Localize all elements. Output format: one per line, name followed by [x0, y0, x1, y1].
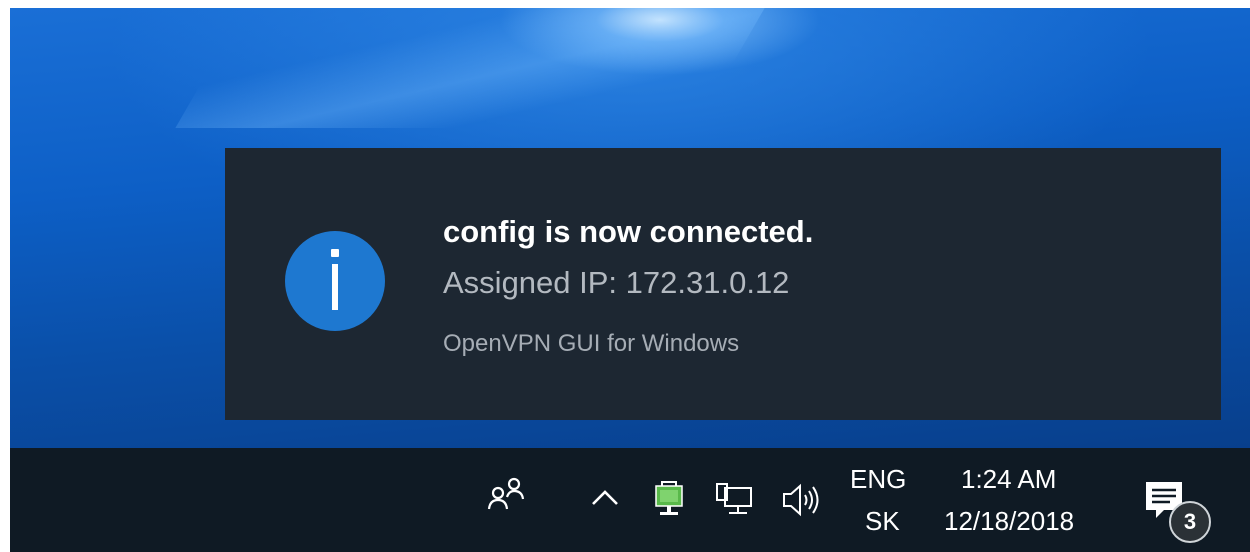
openvpn-connected-icon[interactable]	[650, 480, 690, 520]
chevron-up-icon[interactable]	[588, 482, 622, 512]
clock-date[interactable]: 12/18/2018	[944, 506, 1074, 537]
clock-time[interactable]: 1:24 AM	[961, 464, 1056, 495]
info-icon-stem	[332, 264, 338, 310]
network-icon[interactable]	[713, 480, 755, 520]
notification-body: Assigned IP: 172.31.0.12	[443, 265, 790, 300]
people-icon[interactable]	[486, 473, 530, 517]
volume-icon[interactable]	[780, 480, 826, 520]
notification-title: config is now connected.	[443, 214, 814, 249]
toast-notification[interactable]: config is now connected. Assigned IP: 17…	[225, 148, 1221, 420]
info-icon	[285, 231, 385, 331]
notification-count-badge: 3	[1169, 501, 1211, 543]
notification-source: OpenVPN GUI for Windows	[443, 330, 740, 357]
screen: config is now connected. Assigned IP: 17…	[0, 0, 1250, 552]
keyboard-layout-indicator[interactable]: SK	[865, 506, 900, 537]
wallpaper-light-beam	[175, 8, 765, 128]
info-icon-dot	[331, 249, 339, 257]
desktop-wallpaper: config is now connected. Assigned IP: 17…	[10, 8, 1250, 448]
taskbar: ENG SK 1:24 AM 12/18/2018 3	[10, 448, 1250, 552]
language-indicator[interactable]: ENG	[850, 464, 906, 495]
